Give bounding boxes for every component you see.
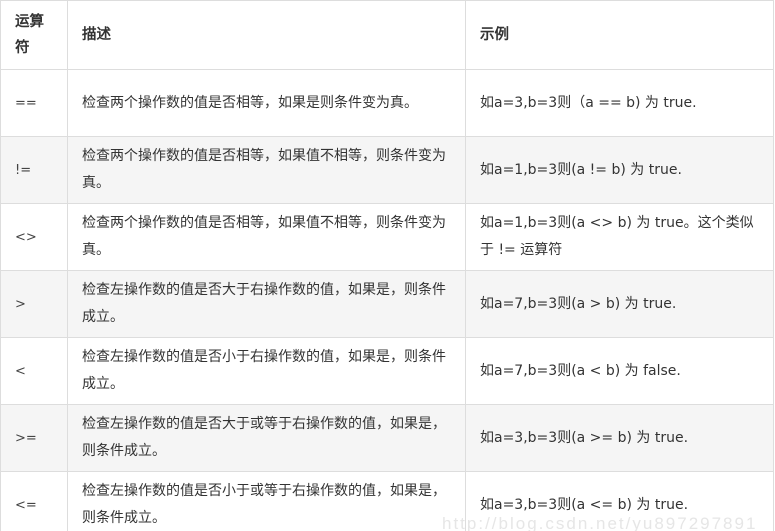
example-cell: 如a=7,b=3则(a < b) 为 false. <box>465 337 774 405</box>
description-cell: 检查左操作数的值是否大于或等于右操作数的值，如果是，则条件成立。 <box>67 404 466 472</box>
operator-cell: <> <box>0 203 68 271</box>
description-cell: 检查左操作数的值是否小于右操作数的值，如果是，则条件成立。 <box>67 337 466 405</box>
operator-cell: <= <box>0 471 68 531</box>
description-cell: 检查左操作数的值是否小于或等于右操作数的值，如果是，则条件成立。 <box>67 471 466 531</box>
example-cell: 如a=3,b=3则（a == b) 为 true. <box>465 69 774 137</box>
example-cell: 如a=3,b=3则(a <= b) 为 true. <box>465 471 774 531</box>
operator-cell: > <box>0 270 68 338</box>
description-cell: 检查两个操作数的值是否相等，如果值不相等，则条件变为真。 <box>67 203 466 271</box>
operator-cell: < <box>0 337 68 405</box>
example-cell: 如a=3,b=3则(a >= b) 为 true. <box>465 404 774 472</box>
description-cell: 检查两个操作数的值是否相等，如果是则条件变为真。 <box>67 69 466 137</box>
table-row: == 检查两个操作数的值是否相等，如果是则条件变为真。 如a=3,b=3则（a … <box>0 69 774 137</box>
example-cell: 如a=1,b=3则(a <> b) 为 true。这个类似于 != 运算符 <box>465 203 774 271</box>
table-row: >= 检查左操作数的值是否大于或等于右操作数的值，如果是，则条件成立。 如a=3… <box>0 404 774 472</box>
table-header-row: 运算符 描述 示例 <box>0 0 774 70</box>
operator-cell: >= <box>0 404 68 472</box>
description-cell: 检查两个操作数的值是否相等，如果值不相等，则条件变为真。 <box>67 136 466 204</box>
header-example: 示例 <box>465 0 774 70</box>
table-row: <= 检查左操作数的值是否小于或等于右操作数的值，如果是，则条件成立。 如a=3… <box>0 471 774 531</box>
table-row: <> 检查两个操作数的值是否相等，如果值不相等，则条件变为真。 如a=1,b=3… <box>0 203 774 271</box>
example-cell: 如a=7,b=3则(a > b) 为 true. <box>465 270 774 338</box>
table-row: < 检查左操作数的值是否小于右操作数的值，如果是，则条件成立。 如a=7,b=3… <box>0 337 774 405</box>
table-row: > 检查左操作数的值是否大于右操作数的值，如果是，则条件成立。 如a=7,b=3… <box>0 270 774 338</box>
header-description: 描述 <box>67 0 466 70</box>
operators-table: 运算符 描述 示例 == 检查两个操作数的值是否相等，如果是则条件变为真。 如a… <box>0 0 774 531</box>
header-operator: 运算符 <box>0 0 68 70</box>
operator-cell: == <box>0 69 68 137</box>
example-cell: 如a=1,b=3则(a != b) 为 true. <box>465 136 774 204</box>
operator-cell: != <box>0 136 68 204</box>
table-row: != 检查两个操作数的值是否相等，如果值不相等，则条件变为真。 如a=1,b=3… <box>0 136 774 204</box>
description-cell: 检查左操作数的值是否大于右操作数的值，如果是，则条件成立。 <box>67 270 466 338</box>
